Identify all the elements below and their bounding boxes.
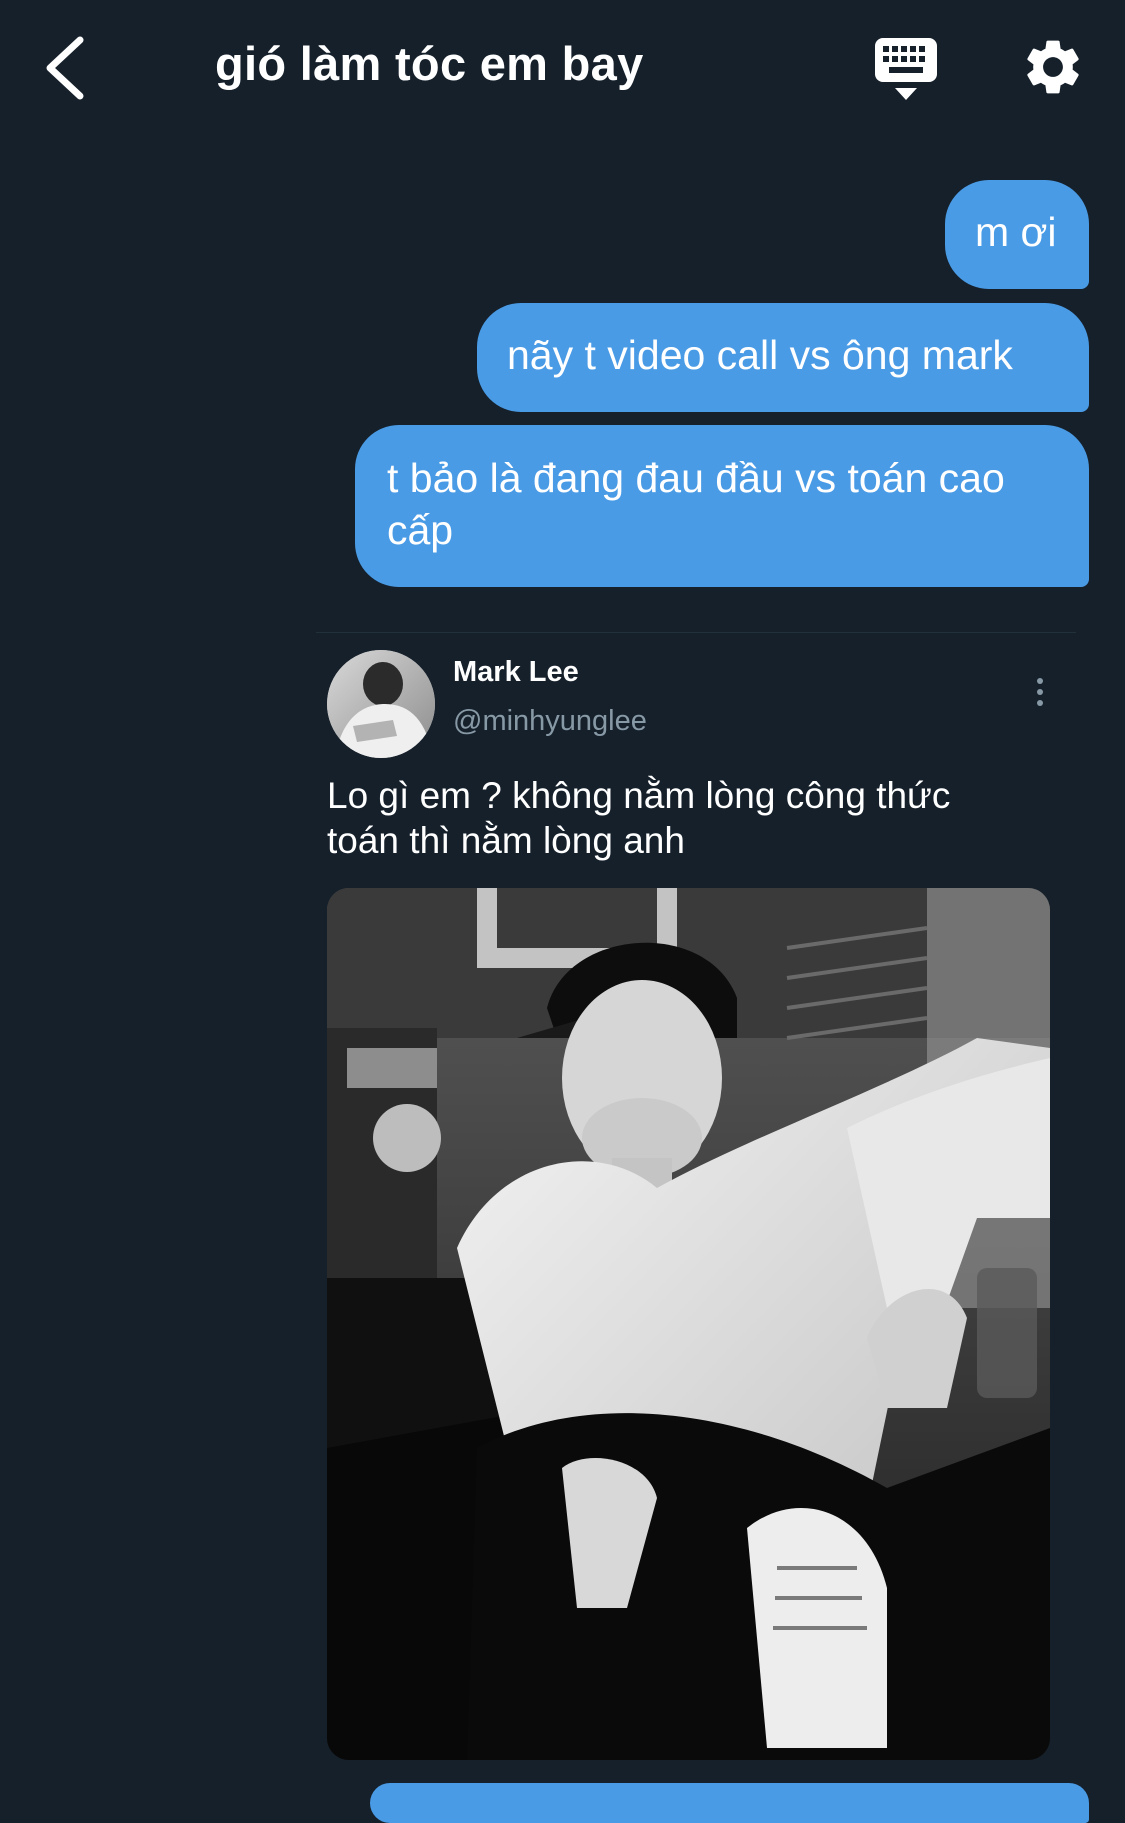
chevron-left-icon: [46, 36, 84, 100]
message-bubble[interactable]: nãy t video call vs ông mark: [477, 303, 1089, 412]
tweet-photo-image: [327, 888, 1050, 1760]
more-options-button[interactable]: [1034, 673, 1046, 713]
tweet-photo[interactable]: [327, 888, 1050, 1760]
tweet-author-name[interactable]: Mark Lee: [453, 656, 579, 689]
settings-button[interactable]: [1020, 34, 1086, 100]
back-button[interactable]: [38, 28, 98, 108]
avatar-image: [327, 650, 435, 758]
shared-tweet-card[interactable]: Mark Lee @minhyunglee Lo gì em ? không n…: [316, 632, 1076, 1763]
message-bubble-partial[interactable]: [370, 1783, 1089, 1823]
keyboard-icon: [875, 38, 937, 100]
chat-header: gió làm tóc em bay: [0, 0, 1125, 130]
tweet-text: Lo gì em ? không nằm lòng công thức toán…: [327, 775, 951, 861]
tweet-author-handle[interactable]: @minhyunglee: [453, 705, 647, 738]
gear-icon: [1027, 40, 1079, 94]
keyboard-button[interactable]: [873, 36, 939, 102]
message-bubble[interactable]: t bảo là đang đau đầu vs toán cao cấp: [355, 425, 1089, 587]
message-bubble[interactable]: m ơi: [945, 180, 1089, 289]
avatar[interactable]: [327, 650, 435, 758]
more-vertical-icon: [1037, 678, 1043, 706]
conversation-title: gió làm tóc em bay: [215, 37, 644, 90]
